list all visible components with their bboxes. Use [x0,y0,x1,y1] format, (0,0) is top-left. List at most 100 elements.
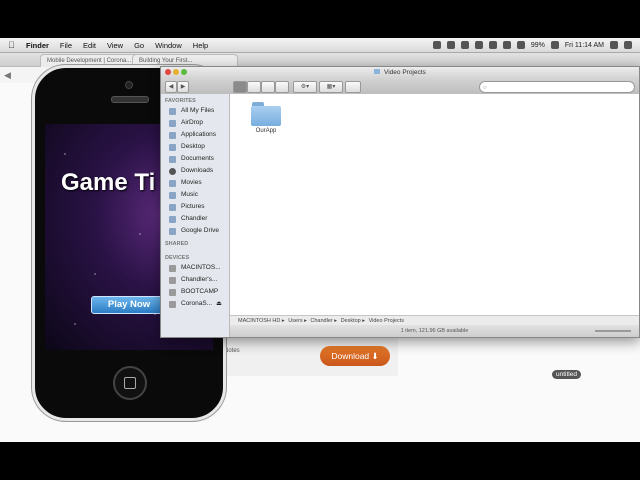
dropbox-icon[interactable] [446,41,455,49]
sidebar-item-label: All My Files [181,107,215,114]
sidebar-item-label: Movies [181,179,202,186]
hard-disk-icon [169,288,176,296]
sidebar-item-label: Downloads [181,167,214,174]
sidebar-item-label: Applications [181,131,217,138]
path-segment[interactable]: MACINTOSH HD [238,318,280,324]
sidebar-item-corona[interactable]: CoronaS... ⏏ [161,298,229,310]
folder-item[interactable]: OurApp [250,102,282,134]
spotlight-icon[interactable] [610,41,618,49]
window-title: Video Projects [384,69,426,76]
status-bar: 1 item, 121.96 GB available [230,325,639,337]
play-now-button[interactable]: Play Now [91,296,167,314]
volume-icon[interactable] [516,41,525,49]
wifi-icon[interactable] [502,41,511,49]
path-segment[interactable]: Chandler [310,318,332,324]
sidebar-item-documents[interactable]: Documents [161,153,229,165]
icon-view-icon[interactable] [233,81,247,93]
icon-size-slider[interactable] [595,330,631,332]
movies-icon [169,179,176,187]
desktop-icon [169,143,176,151]
menu-bar:  Finder File Edit View Go Window Help 9… [0,38,640,53]
sidebar-item-label: MACINTOS... [181,264,221,271]
sidebar-item-pictures[interactable]: Pictures [161,201,229,213]
finder-toolbar: ◀ ▶ ⚙▾ ▦▾ ○ [161,78,639,95]
path-segment[interactable]: Video Projects [369,318,404,324]
coverflow-view-icon[interactable] [275,81,289,93]
list-view-icon[interactable] [247,81,261,93]
clock[interactable]: Fri 11:14 AM [565,42,604,49]
sidebar-item-chandlers[interactable]: Chandler's... [161,274,229,286]
home-button[interactable] [113,366,147,400]
path-segment[interactable]: Users [288,318,302,324]
search-input[interactable]: ○ [479,81,635,93]
finder-content: OurApp [230,94,639,301]
home-icon [169,215,176,223]
back-arrow-icon[interactable]: ◀ [4,70,11,81]
sidebar-item-airdrop[interactable]: AirDrop [161,117,229,129]
arrange-icon[interactable]: ▦▾ [319,81,343,93]
folder-label: OurApp [255,128,277,134]
menu-view[interactable]: View [107,41,123,50]
music-icon [169,191,176,199]
folder-icon [251,102,281,126]
sidebar-item-label: Music [181,191,198,198]
finder-sidebar: FAVORITES All My Files AirDrop Applicati… [161,94,230,337]
notification-center-icon[interactable] [624,41,632,49]
sidebar-item-bootcamp[interactable]: BOOTCAMP [161,286,229,298]
status-icon[interactable] [432,41,441,49]
close-icon[interactable] [165,69,171,75]
menu-go[interactable]: Go [134,41,144,50]
sidebar-item-chandler[interactable]: Chandler [161,213,229,225]
airdrop-icon [169,119,176,127]
menu-finder[interactable]: Finder [26,41,49,50]
menu-file[interactable]: File [60,41,72,50]
sidebar-item-downloads[interactable]: Downloads [161,165,229,177]
computer-icon [169,276,176,284]
finder-titlebar[interactable]: Video Projects [161,67,639,78]
back-icon[interactable]: ◀ [165,81,177,93]
downloads-icon [169,167,176,175]
sidebar-item-all-my-files[interactable]: All My Files [161,105,229,117]
dock [0,438,640,442]
zoom-icon[interactable] [181,69,187,75]
hard-disk-icon [169,264,176,272]
sidebar-item-label: Chandler [181,215,208,222]
applications-icon [169,131,176,139]
menu-extras: 99% Fri 11:14 AM [432,38,632,52]
time-machine-icon[interactable] [474,41,483,49]
menu-window[interactable]: Window [155,41,182,50]
sidebar-item-macintosh-hd[interactable]: MACINTOS... [161,262,229,274]
shared-heading: SHARED [165,241,189,247]
action-gear-icon[interactable]: ⚙▾ [293,81,317,93]
status-text: 1 item, 121.96 GB available [400,328,469,334]
notification-icon[interactable] [460,41,469,49]
dock-tooltip: untitled [552,370,581,379]
sidebar-item-label: CoronaS... [181,300,213,307]
notes-link[interactable]: Notes [224,348,240,354]
sidebar-item-applications[interactable]: Applications [161,129,229,141]
documents-icon [169,155,176,163]
download-button[interactable]: Download ⬇ [320,346,390,366]
sidebar-item-google-drive[interactable]: Google Drive [161,225,229,237]
battery-percent[interactable]: 99% [531,42,545,49]
minimize-icon[interactable] [173,69,179,75]
download-arrow-icon: ⬇ [371,351,379,361]
folder-title-icon [374,69,381,74]
sidebar-item-music[interactable]: Music [161,189,229,201]
sidebar-item-movies[interactable]: Movies [161,177,229,189]
share-icon[interactable] [345,81,361,93]
desktop: Mobile Development | Corona... Building … [0,38,640,442]
path-segment[interactable]: Desktop [341,318,361,324]
apple-icon[interactable]:  [8,40,18,50]
forward-icon[interactable]: ▶ [177,81,189,93]
sidebar-item-label: BOOTCAMP [181,288,219,295]
column-view-icon[interactable] [261,81,275,93]
menu-edit[interactable]: Edit [83,41,96,50]
sidebar-item-desktop[interactable]: Desktop [161,141,229,153]
menu-help[interactable]: Help [193,41,208,50]
eject-icon[interactable]: ⏏ [216,298,222,310]
sidebar-item-label: AirDrop [181,119,204,126]
download-label: Download [331,351,370,361]
bluetooth-icon[interactable] [488,41,497,49]
speaker-grille [111,96,149,103]
